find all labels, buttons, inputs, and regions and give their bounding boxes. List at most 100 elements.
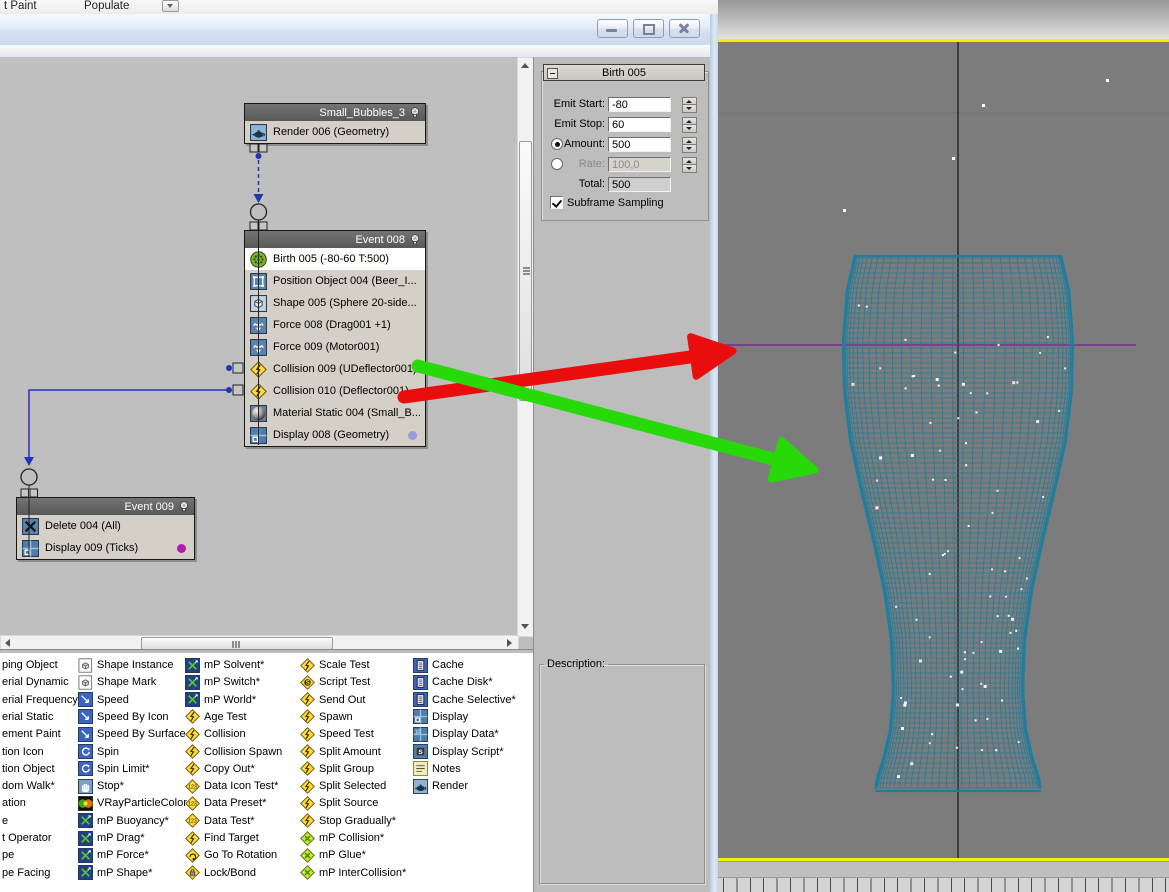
rate-field[interactable]: 100,0	[608, 157, 671, 172]
depot-item[interactable]: mP Switch*	[185, 674, 260, 690]
particle-view-titlebar[interactable]	[0, 14, 710, 46]
time-ruler[interactable]	[718, 877, 1169, 892]
depot-item[interactable]: 123Data Icon Test*	[185, 778, 278, 794]
operator-row[interactable]: Material Static 004 (Small_B...	[245, 402, 425, 424]
depot-item[interactable]: dom Walk*	[2, 778, 55, 794]
depot-item[interactable]: SScript Test	[300, 674, 370, 690]
node-titlebar[interactable]: Event 009	[17, 498, 194, 515]
depot-item[interactable]: Notes	[413, 761, 461, 777]
emit-stop-spinner[interactable]	[682, 117, 695, 132]
depot-item[interactable]: Scale Test	[300, 657, 370, 673]
operator-row[interactable]: Shape 005 (Sphere 20-side...	[245, 292, 425, 314]
source-node[interactable]: Small_Bubbles_3 Render 006 (Geometry)	[244, 103, 426, 144]
spinner-down-button[interactable]	[682, 144, 697, 153]
depot-item[interactable]: Spin	[78, 744, 119, 760]
node-titlebar[interactable]: Event 008	[245, 231, 425, 248]
operator-row[interactable]: Force 009 (Motor001)	[245, 336, 425, 358]
depot-item[interactable]: erial Static	[2, 709, 53, 725]
operator-row[interactable]: Delete 004 (All)	[17, 515, 194, 537]
depot-item[interactable]: Find Target	[185, 830, 259, 846]
depot-item[interactable]: erial Dynamic	[2, 674, 69, 690]
depot-item[interactable]: SDisplay Script*	[413, 744, 504, 760]
depot-item[interactable]: pe	[2, 847, 14, 863]
depot-item[interactable]: Lock/Bond	[185, 865, 256, 881]
depot-item[interactable]: Speed By Surface	[78, 726, 186, 742]
depot-item[interactable]: Split Source	[300, 795, 378, 811]
viewport[interactable]	[718, 42, 1169, 858]
operator-row[interactable]: Display 008 (Geometry)	[245, 424, 425, 446]
depot-item[interactable]: Stop Gradually*	[300, 813, 396, 829]
operator-row[interactable]: Birth 005 (-80-60 T:500)	[245, 248, 425, 270]
depot-item[interactable]: mP Solvent*	[185, 657, 264, 673]
depot-item[interactable]: Go To Rotation	[185, 847, 277, 863]
ribbon-dropdown-icon[interactable]	[162, 0, 179, 12]
depot-item[interactable]: pe Facing	[2, 865, 50, 881]
depot-item[interactable]: erial Frequency	[2, 692, 78, 708]
depot-item[interactable]: mP Drag*	[78, 830, 144, 846]
depot-item[interactable]: 10Display Data*	[413, 726, 499, 742]
emit-start-spinner[interactable]	[682, 97, 695, 112]
depot-item[interactable]: Spawn	[300, 709, 353, 725]
depot-item[interactable]: VRayParticleColor	[78, 795, 187, 811]
depot-item[interactable]: mP Shape*	[78, 865, 152, 881]
ribbon-tab-paint[interactable]: t Paint	[4, 0, 37, 12]
operator-row[interactable]: Display 009 (Ticks)	[17, 537, 194, 559]
subframe-sampling-checkbox[interactable]	[550, 196, 563, 209]
operator-row[interactable]: Collision 009 (UDeflector001)	[245, 358, 425, 380]
amount-field[interactable]: 500	[608, 137, 671, 152]
collapse-rollout-button[interactable]	[547, 68, 558, 79]
vertical-scrollbar[interactable]	[517, 57, 534, 637]
lamp-icon[interactable]	[409, 233, 421, 247]
depot-item[interactable]: ement Paint	[2, 726, 61, 742]
operator-row[interactable]: Collision 010 (Deflector001)	[245, 380, 425, 402]
depot-item[interactable]: t Operator	[2, 830, 52, 846]
emit-start-field[interactable]: -80	[608, 97, 671, 112]
depot-item[interactable]: Cache Selective*	[413, 692, 516, 708]
close-button[interactable]	[669, 19, 700, 38]
depot-item[interactable]: Shape Instance	[78, 657, 173, 673]
depot-item[interactable]: ping Object	[2, 657, 58, 673]
event-canvas[interactable]: Small_Bubbles_3 Render 006 (Geometry) Eve…	[0, 57, 517, 635]
depot-item[interactable]: Age Test	[185, 709, 247, 725]
depot-item[interactable]: Split Amount	[300, 744, 381, 760]
depot-item[interactable]: Cache	[413, 657, 464, 673]
amount-spinner[interactable]	[682, 137, 695, 152]
depot-item[interactable]: ation	[2, 795, 26, 811]
lamp-icon[interactable]	[409, 106, 421, 120]
depot-item[interactable]: Speed By Icon	[78, 709, 169, 725]
depot-item[interactable]: Split Group	[300, 761, 374, 777]
vscroll-thumb[interactable]	[519, 141, 532, 401]
rate-spinner[interactable]	[682, 157, 695, 172]
depot-item[interactable]: mP Glue*	[300, 847, 366, 863]
depot-item[interactable]: Send Out	[300, 692, 365, 708]
depot-item[interactable]: Render	[413, 778, 468, 794]
depot-item[interactable]: Split Selected	[300, 778, 386, 794]
depot-item[interactable]: Shape Mark	[78, 674, 156, 690]
depot-item[interactable]: mP Buoyancy*	[78, 813, 169, 829]
depot-item[interactable]: mP Force*	[78, 847, 149, 863]
depot-item[interactable]: Collision	[185, 726, 246, 742]
depot-item[interactable]: e	[2, 813, 8, 829]
maximize-button[interactable]	[633, 19, 664, 38]
depot-item[interactable]: Stop*	[78, 778, 124, 794]
depot-item[interactable]: Speed Test	[300, 726, 374, 742]
track-bar[interactable]	[718, 861, 1169, 878]
lamp-icon[interactable]	[178, 500, 190, 514]
depot-item[interactable]: tion Icon	[2, 744, 44, 760]
depot-item[interactable]: mP InterCollision*	[300, 865, 406, 881]
minimize-button[interactable]	[597, 19, 628, 38]
operator-row[interactable]: Force 008 (Drag001 +1)	[245, 314, 425, 336]
birth-rollout-header[interactable]: Birth 005	[543, 64, 705, 81]
depot-item[interactable]: tion Object	[2, 761, 55, 777]
depot-item[interactable]: Spin Limit*	[78, 761, 150, 777]
ribbon-tab-populate[interactable]: Populate	[84, 0, 129, 12]
depot-item[interactable]: Cache Disk*	[413, 674, 493, 690]
depot-item[interactable]: mP Collision*	[300, 830, 384, 846]
spinner-down-button[interactable]	[682, 164, 697, 173]
event-008-node[interactable]: Event 008 Birth 005 (-80-60 T:500) Posit…	[244, 230, 426, 447]
depot-item[interactable]: mP World*	[185, 692, 256, 708]
event-009-node[interactable]: Event 009 Delete 004 (All) Display 009 (…	[16, 497, 195, 560]
operator-row[interactable]: Position Object 004 (Beer_I...	[245, 270, 425, 292]
depot-item[interactable]: 123Data Preset*	[185, 795, 266, 811]
node-titlebar[interactable]: Small_Bubbles_3	[245, 104, 425, 121]
